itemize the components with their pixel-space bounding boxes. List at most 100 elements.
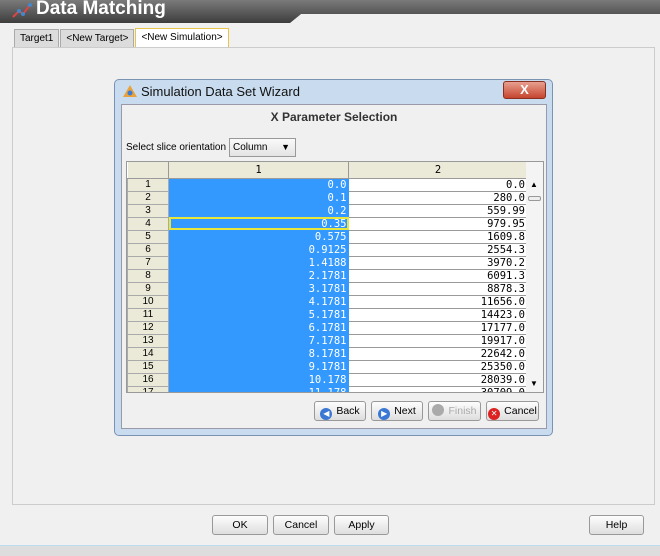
row-header[interactable]: 2 bbox=[127, 190, 169, 205]
table-cell[interactable]: 0.9125 bbox=[168, 243, 349, 257]
row-header[interactable]: 12 bbox=[127, 320, 169, 335]
cancel-button[interactable]: ✕ Cancel bbox=[486, 401, 539, 421]
row-header[interactable]: 1 bbox=[127, 177, 169, 192]
column-header-2[interactable]: 2 bbox=[348, 162, 528, 179]
wizard-dialog: Simulation Data Set Wizard X X Parameter… bbox=[114, 79, 553, 436]
row-header[interactable]: 13 bbox=[127, 333, 169, 348]
dialog-title: Simulation Data Set Wizard bbox=[141, 84, 300, 99]
table-row[interactable]: 17 11.178 30709.0 bbox=[127, 385, 528, 392]
app-title: Data Matching bbox=[36, 0, 166, 19]
wizard-icon bbox=[123, 85, 137, 97]
close-button[interactable]: X bbox=[503, 81, 546, 99]
row-header[interactable]: 16 bbox=[127, 372, 169, 387]
row-header[interactable]: 3 bbox=[127, 203, 169, 218]
table-row[interactable]: 4 0.35 979.95 bbox=[127, 216, 528, 231]
table-row[interactable]: 7 1.4188 3970.2 bbox=[127, 255, 528, 270]
back-button[interactable]: ◀ Back bbox=[314, 401, 366, 421]
help-button[interactable]: Help bbox=[589, 515, 644, 535]
table-cell[interactable]: 1.4188 bbox=[168, 256, 349, 270]
table-cell[interactable]: 10.178 bbox=[168, 373, 349, 387]
table-row[interactable]: 5 0.575 1609.8 bbox=[127, 229, 528, 244]
row-header[interactable]: 7 bbox=[127, 255, 169, 270]
scroll-up-icon[interactable]: ▲ bbox=[530, 180, 538, 189]
table-cell[interactable]: 0.575 bbox=[168, 230, 349, 244]
table-cell[interactable]: 30709.0 bbox=[348, 386, 528, 392]
table-row[interactable]: 8 2.1781 6091.3 bbox=[127, 268, 528, 283]
table-row[interactable]: 2 0.1 280.0 bbox=[127, 190, 528, 205]
table-row[interactable]: 11 5.1781 14423.0 bbox=[127, 307, 528, 322]
table-cell[interactable]: 0.0 bbox=[348, 178, 528, 192]
vertical-scrollbar[interactable]: ▲ ▼ bbox=[526, 162, 543, 392]
table-row[interactable]: 16 10.178 28039.0 bbox=[127, 372, 528, 387]
scroll-thumb[interactable] bbox=[528, 196, 541, 201]
orientation-label: Select slice orientation bbox=[126, 142, 227, 153]
next-button[interactable]: ▶ Next bbox=[371, 401, 423, 421]
corner-header bbox=[127, 162, 169, 179]
table-cell[interactable]: 19917.0 bbox=[348, 334, 528, 348]
table-cell[interactable]: 14423.0 bbox=[348, 308, 528, 322]
table-cell[interactable]: 559.99 bbox=[348, 204, 528, 218]
table-cell[interactable]: 3970.2 bbox=[348, 256, 528, 270]
row-header[interactable]: 10 bbox=[127, 294, 169, 309]
tab-bar: Target1 <New Target> <New Simulation> bbox=[14, 28, 230, 47]
orientation-select[interactable]: Column ▼ bbox=[229, 138, 296, 157]
table-cell[interactable]: 17177.0 bbox=[348, 321, 528, 335]
table-cell[interactable]: 6091.3 bbox=[348, 269, 528, 283]
row-header[interactable]: 14 bbox=[127, 346, 169, 361]
table-cell[interactable]: 8.1781 bbox=[168, 347, 349, 361]
table-cell[interactable]: 0.1 bbox=[168, 191, 349, 205]
table-row[interactable]: 10 4.1781 11656.0 bbox=[127, 294, 528, 309]
status-strip bbox=[0, 545, 660, 556]
apply-button[interactable]: Apply bbox=[334, 515, 389, 535]
table-cell[interactable]: 3.1781 bbox=[168, 282, 349, 296]
table-cell[interactable]: 0.0 bbox=[168, 178, 349, 192]
row-header[interactable]: 8 bbox=[127, 268, 169, 283]
column-header-1[interactable]: 1 bbox=[168, 162, 349, 179]
table-cell[interactable]: 1609.8 bbox=[348, 230, 528, 244]
row-header[interactable]: 6 bbox=[127, 242, 169, 257]
table-cell[interactable]: 25350.0 bbox=[348, 360, 528, 374]
row-header[interactable]: 11 bbox=[127, 307, 169, 322]
table-row[interactable]: 13 7.1781 19917.0 bbox=[127, 333, 528, 348]
table-cell[interactable]: 7.1781 bbox=[168, 334, 349, 348]
table-row[interactable]: 6 0.9125 2554.3 bbox=[127, 242, 528, 257]
table-cell[interactable]: 280.0 bbox=[348, 191, 528, 205]
row-header[interactable]: 15 bbox=[127, 359, 169, 374]
row-header[interactable]: 5 bbox=[127, 229, 169, 244]
table-row[interactable]: 1 0.0 0.0 bbox=[127, 177, 528, 192]
table-cell[interactable]: 11656.0 bbox=[348, 295, 528, 309]
row-header[interactable]: 4 bbox=[127, 216, 169, 231]
tab-new-simulation[interactable]: <New Simulation> bbox=[135, 28, 229, 47]
chevron-down-icon: ▼ bbox=[281, 142, 290, 152]
app-header: Data Matching bbox=[0, 0, 660, 23]
table-cell[interactable]: 0.35 bbox=[168, 217, 349, 231]
tab-target1[interactable]: Target1 bbox=[14, 29, 60, 47]
table-cell[interactable]: 5.1781 bbox=[168, 308, 349, 322]
app-logo-icon bbox=[12, 3, 32, 18]
footer-cancel-button[interactable]: Cancel bbox=[273, 515, 329, 535]
row-header[interactable]: 17 bbox=[127, 385, 169, 392]
table-cell[interactable]: 4.1781 bbox=[168, 295, 349, 309]
table-cell[interactable]: 8878.3 bbox=[348, 282, 528, 296]
table-row[interactable]: 3 0.2 559.99 bbox=[127, 203, 528, 218]
table-cell[interactable]: 9.1781 bbox=[168, 360, 349, 374]
table-row[interactable]: 12 6.1781 17177.0 bbox=[127, 320, 528, 335]
table-row[interactable]: 9 3.1781 8878.3 bbox=[127, 281, 528, 296]
table-cell[interactable]: 28039.0 bbox=[348, 373, 528, 387]
table-cell[interactable]: 22642.0 bbox=[348, 347, 528, 361]
table-cell[interactable]: 979.95 bbox=[348, 217, 528, 231]
table-cell[interactable]: 2554.3 bbox=[348, 243, 528, 257]
ok-button[interactable]: OK bbox=[212, 515, 268, 535]
tab-new-target[interactable]: <New Target> bbox=[60, 29, 135, 47]
table-cell[interactable]: 6.1781 bbox=[168, 321, 349, 335]
finish-button[interactable]: Finish bbox=[428, 401, 481, 421]
table-row[interactable]: 15 9.1781 25350.0 bbox=[127, 359, 528, 374]
table-row[interactable]: 14 8.1781 22642.0 bbox=[127, 346, 528, 361]
row-header[interactable]: 9 bbox=[127, 281, 169, 296]
table-cell[interactable]: 0.2 bbox=[168, 204, 349, 218]
cancel-x-icon: ✕ bbox=[488, 408, 501, 420]
table-cell[interactable]: 2.1781 bbox=[168, 269, 349, 283]
finish-icon bbox=[432, 404, 445, 416]
table-cell[interactable]: 11.178 bbox=[168, 386, 349, 392]
scroll-down-icon[interactable]: ▼ bbox=[530, 379, 538, 388]
